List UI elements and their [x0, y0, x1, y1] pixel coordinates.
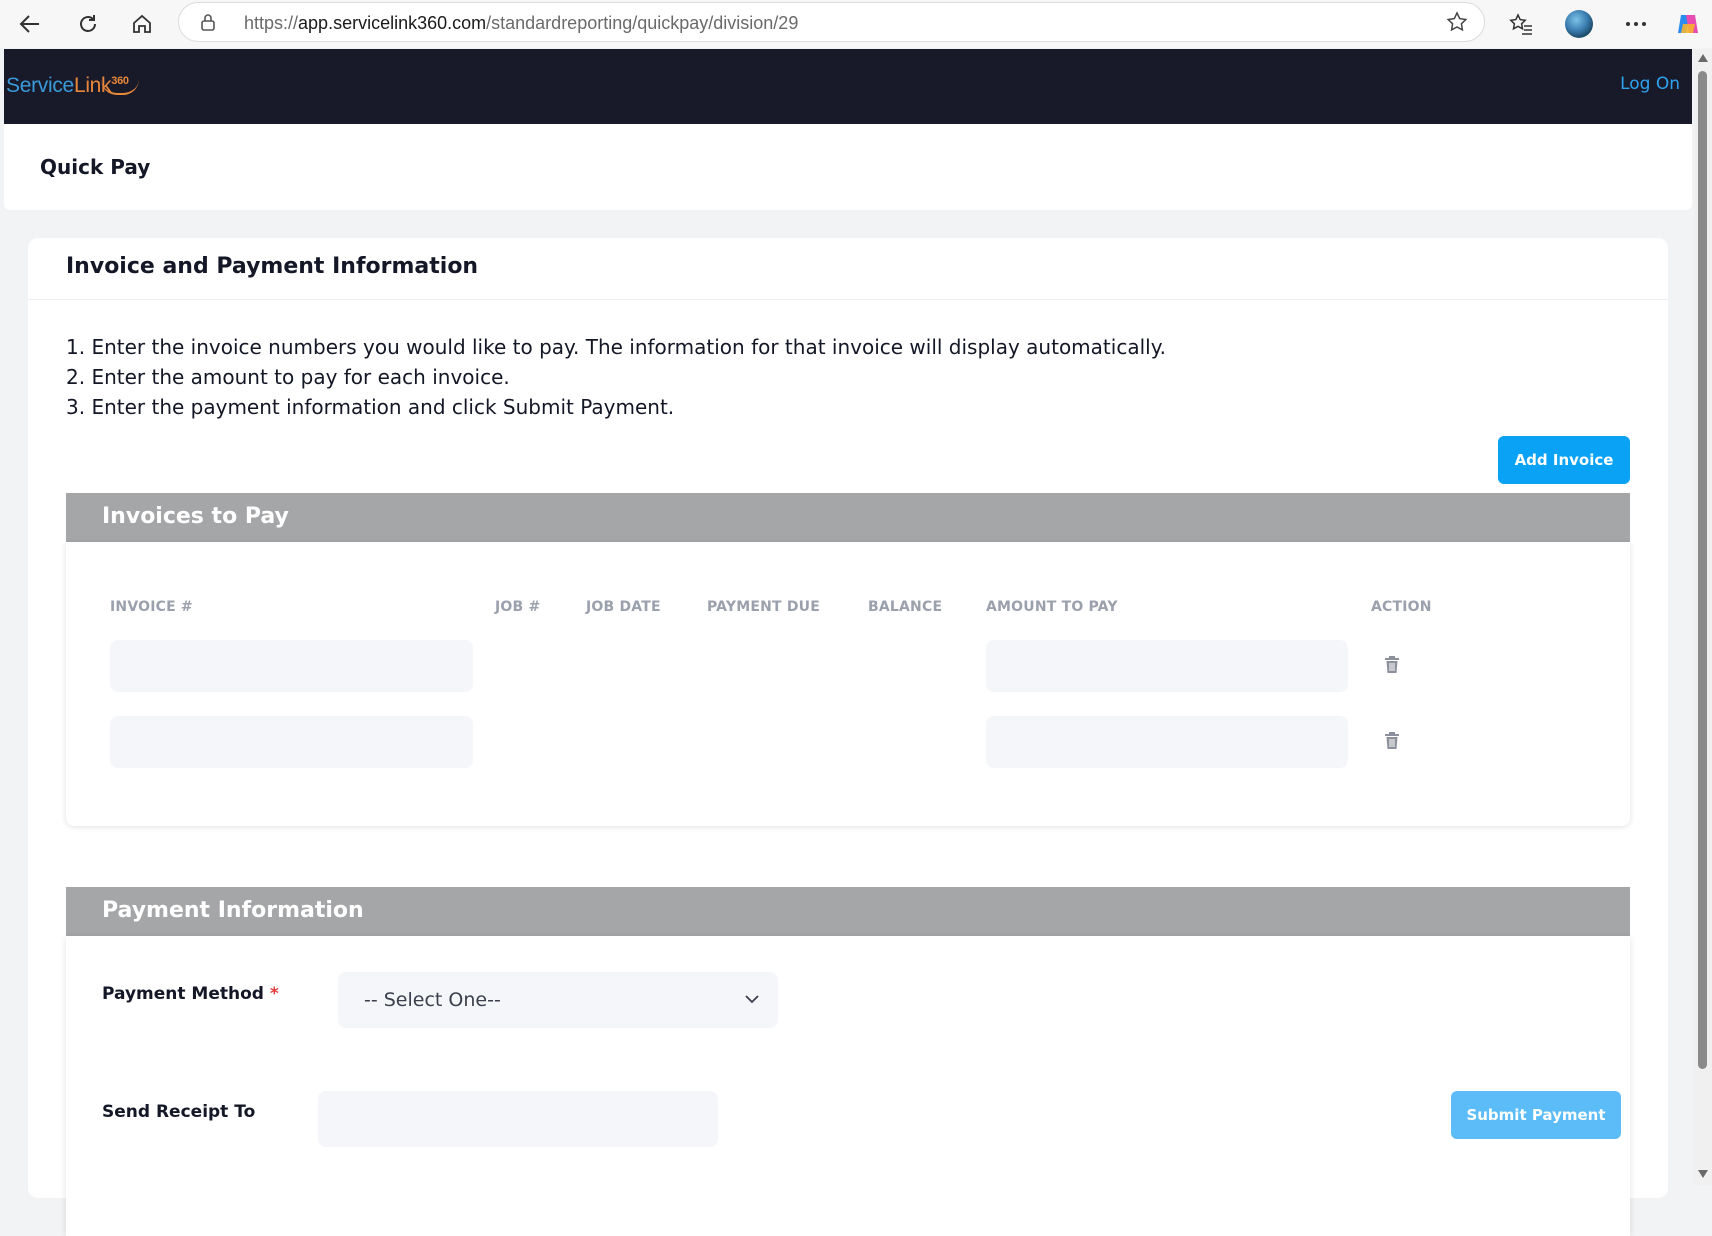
delete-row-trash-icon[interactable] — [1384, 732, 1400, 750]
required-marker: * — [269, 984, 279, 1004]
submit-payment-button[interactable]: Submit Payment — [1451, 1091, 1621, 1139]
col-header-action: ACTION — [1371, 599, 1432, 615]
scrollbar-thumb[interactable] — [1698, 71, 1707, 1069]
home-icon — [133, 14, 151, 33]
invoices-section-header: Invoices to Pay — [66, 493, 1630, 542]
more-menu-button[interactable] — [1620, 8, 1652, 40]
back-button[interactable] — [14, 8, 46, 40]
invoices-section-title: Invoices to Pay — [102, 504, 289, 529]
send-receipt-label: Send Receipt To — [102, 1102, 256, 1122]
instruction-step-2: 2. Enter the amount to pay for each invo… — [66, 365, 510, 389]
col-header-invoice: INVOICE # — [110, 599, 193, 615]
ellipsis-icon — [1626, 22, 1646, 26]
page-title-bar: Quick Pay — [4, 124, 1692, 210]
invoice-number-input[interactable] — [110, 640, 473, 692]
col-header-balance: BALANCE — [868, 599, 943, 615]
page-title: Quick Pay — [40, 155, 151, 179]
invoices-table: INVOICE # JOB # JOB DATE PAYMENT DUE BAL… — [66, 542, 1630, 826]
profile-button[interactable] — [1563, 8, 1595, 40]
avatar — [1565, 10, 1593, 38]
col-header-payment-due: PAYMENT DUE — [707, 599, 820, 615]
col-header-job-date: JOB DATE — [586, 599, 661, 615]
invoice-payment-card: Invoice and Payment Information 1. Enter… — [28, 238, 1668, 1236]
favorites-button[interactable] — [1505, 8, 1537, 40]
payment-method-selected: -- Select One-- — [364, 989, 501, 1011]
app-header: ServiceLink360 Log On — [4, 49, 1692, 124]
address-bar[interactable]: https://app.servicelink360.com/standardr… — [178, 2, 1485, 42]
send-receipt-input[interactable] — [318, 1091, 718, 1147]
card-header: Invoice and Payment Information — [28, 238, 1668, 300]
payment-method-select[interactable]: -- Select One-- — [338, 972, 778, 1028]
lock-icon — [201, 14, 215, 31]
favorites-list-icon — [1509, 13, 1532, 35]
url-text: https://app.servicelink360.com/standardr… — [244, 13, 799, 33]
log-on-link[interactable]: Log On — [1620, 74, 1680, 94]
card-title: Invoice and Payment Information — [66, 254, 479, 279]
favorite-star-icon[interactable] — [1446, 11, 1468, 33]
payment-section-title: Payment Information — [102, 898, 364, 923]
instructions: 1. Enter the invoice numbers you would l… — [66, 332, 1166, 422]
payment-method-label: Payment Method * — [102, 984, 279, 1004]
invoice-number-input[interactable] — [110, 716, 473, 768]
refresh-icon — [80, 15, 96, 32]
chevron-down-icon — [745, 995, 759, 1004]
payment-form: Payment Method * -- Select One-- Send Re… — [66, 936, 1630, 1236]
amount-to-pay-input[interactable] — [986, 640, 1348, 692]
instruction-step-3: 3. Enter the payment information and cli… — [66, 395, 675, 419]
scroll-up-arrow-icon[interactable] — [1697, 53, 1709, 63]
browser-toolbar: https://app.servicelink360.com/standardr… — [0, 0, 1712, 48]
back-arrow-icon — [19, 15, 39, 33]
add-invoice-button[interactable]: Add Invoice — [1498, 436, 1630, 484]
scroll-down-arrow-icon[interactable] — [1697, 1169, 1709, 1179]
payment-section-header: Payment Information — [66, 887, 1630, 936]
col-header-job: JOB # — [495, 599, 541, 615]
instruction-step-1: 1. Enter the invoice numbers you would l… — [66, 335, 1167, 359]
delete-row-trash-icon[interactable] — [1384, 656, 1400, 674]
page-scrollbar[interactable] — [1694, 49, 1712, 1185]
home-button[interactable] — [126, 8, 158, 40]
refresh-button[interactable] — [72, 8, 104, 40]
amount-to-pay-input[interactable] — [986, 716, 1348, 768]
copilot-button[interactable] — [1672, 8, 1704, 40]
copilot-icon — [1678, 15, 1698, 33]
col-header-amount-to-pay: AMOUNT TO PAY — [986, 599, 1118, 615]
